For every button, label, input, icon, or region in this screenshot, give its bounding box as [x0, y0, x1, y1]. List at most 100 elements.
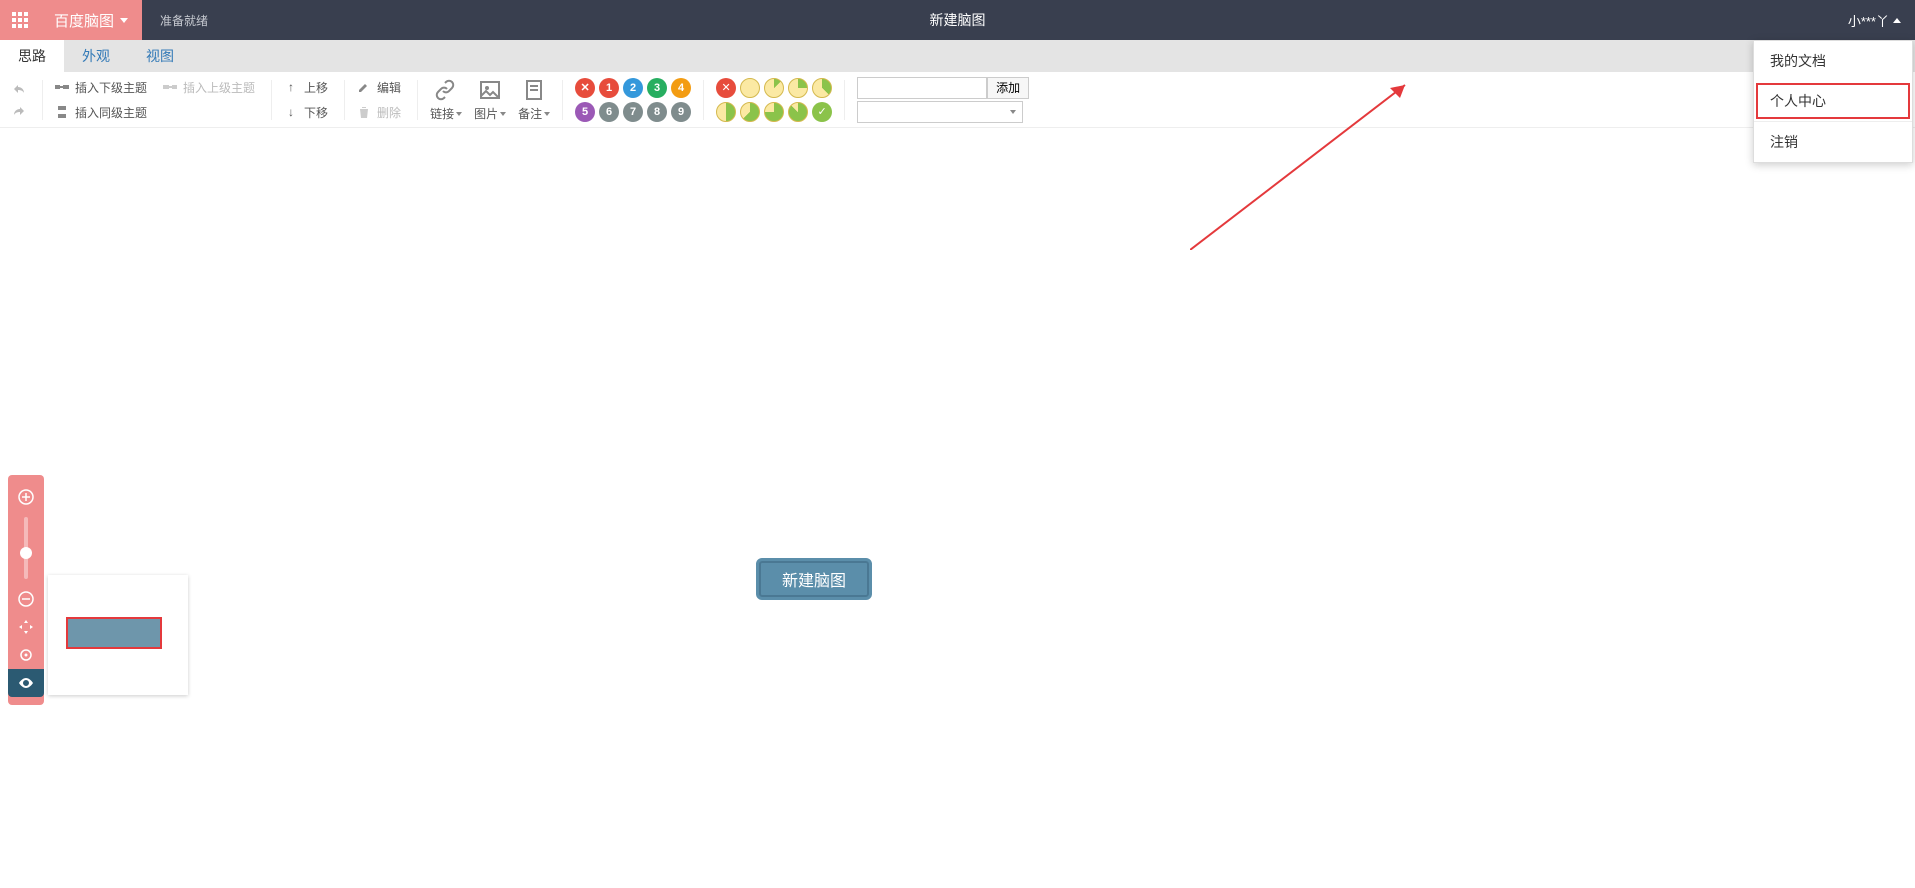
- delete-button[interactable]: 删除: [351, 102, 407, 123]
- canvas[interactable]: 新建脑图: [0, 128, 1915, 888]
- move-down-label: 下移: [304, 104, 328, 121]
- tab-idea[interactable]: 思路: [0, 40, 64, 72]
- eye-icon: [17, 674, 35, 692]
- priority-4[interactable]: 4: [671, 78, 691, 98]
- priority-5[interactable]: 5: [575, 102, 595, 122]
- link-button[interactable]: 链接: [430, 77, 462, 122]
- note-icon: [521, 77, 547, 103]
- undo-button[interactable]: [6, 80, 32, 98]
- progress-done[interactable]: ✓: [812, 102, 832, 122]
- minimap-viewport[interactable]: [66, 617, 162, 649]
- menu-profile[interactable]: 个人中心: [1754, 81, 1912, 121]
- toolbar: 插入下级主题 插入上级主题 插入同级主题 ↑ 上移 ↓下移 编辑 删除 链接 图片…: [0, 72, 1915, 128]
- progress-5[interactable]: [740, 102, 760, 122]
- priority-2[interactable]: 2: [623, 78, 643, 98]
- note-button[interactable]: 备注: [518, 77, 550, 122]
- minimap[interactable]: [48, 575, 188, 695]
- image-button[interactable]: 图片: [474, 77, 506, 122]
- progress-2[interactable]: [788, 78, 808, 98]
- insert-sibling-button[interactable]: 插入同级主题: [49, 102, 261, 123]
- locate-button[interactable]: [16, 645, 36, 665]
- move-up-label: 上移: [304, 79, 328, 96]
- progress-0[interactable]: [740, 78, 760, 98]
- insert-parent-icon: [163, 80, 177, 94]
- insert-sibling-label: 插入同级主题: [75, 104, 147, 121]
- tab-label: 思路: [18, 46, 46, 66]
- priority-8[interactable]: 8: [647, 102, 667, 122]
- progress-6[interactable]: [764, 102, 784, 122]
- insert-parent-label: 插入上级主题: [183, 79, 255, 96]
- user-label: 小***丫: [1848, 11, 1889, 30]
- progress-group: ✕ ✓: [716, 78, 832, 122]
- divider: [844, 80, 845, 120]
- divider: [417, 80, 418, 120]
- delete-label: 删除: [377, 104, 401, 121]
- tab-row: 思路 外观 视图: [0, 40, 1915, 72]
- insert-child-button[interactable]: 插入下级主题: [49, 77, 153, 98]
- status-text: 准备就绪: [160, 12, 208, 29]
- minimap-toggle[interactable]: [8, 669, 44, 697]
- menu-logout[interactable]: 注销: [1754, 122, 1912, 162]
- document-title[interactable]: 新建脑图: [930, 10, 986, 30]
- move-down-button[interactable]: ↓下移: [278, 102, 334, 123]
- caret-down-icon: [500, 112, 506, 116]
- root-node[interactable]: 新建脑图: [756, 558, 872, 600]
- priority-9[interactable]: 9: [671, 102, 691, 122]
- undo-icon: [12, 82, 26, 96]
- zoom-in-button[interactable]: [16, 487, 36, 507]
- image-label: 图片: [474, 105, 498, 122]
- link-label: 链接: [430, 105, 454, 122]
- brand-label: 百度脑图: [54, 10, 114, 31]
- redo-icon: [12, 104, 26, 118]
- app-grid-button[interactable]: [0, 0, 40, 40]
- caret-down-icon: [120, 18, 128, 23]
- progress-4[interactable]: [716, 102, 736, 122]
- priority-remove[interactable]: ✕: [575, 78, 595, 98]
- resource-input[interactable]: [857, 77, 987, 99]
- insert-child-label: 插入下级主题: [75, 79, 147, 96]
- menu-my-docs[interactable]: 我的文档: [1754, 41, 1912, 81]
- divider: [344, 80, 345, 120]
- resource-add-button[interactable]: 添加: [987, 77, 1029, 99]
- edit-label: 编辑: [377, 79, 401, 96]
- progress-1[interactable]: [764, 78, 784, 98]
- user-dropdown: 我的文档 个人中心 注销: [1753, 40, 1913, 163]
- edit-button[interactable]: 编辑: [351, 77, 407, 98]
- priority-7[interactable]: 7: [623, 102, 643, 122]
- insert-parent-button[interactable]: 插入上级主题: [157, 77, 261, 98]
- pan-button[interactable]: [16, 617, 36, 637]
- arrow-up-icon: ↑: [284, 80, 298, 94]
- priority-group: ✕ 1 2 3 4 5 6 7 8 9: [575, 78, 691, 122]
- link-icon: [433, 77, 459, 103]
- divider: [703, 80, 704, 120]
- user-menu-trigger[interactable]: 小***丫: [1834, 0, 1915, 40]
- priority-1[interactable]: 1: [599, 78, 619, 98]
- tab-label: 视图: [146, 46, 174, 66]
- priority-6[interactable]: 6: [599, 102, 619, 122]
- tab-view[interactable]: 视图: [128, 40, 192, 72]
- zoom-out-button[interactable]: [16, 589, 36, 609]
- divider: [42, 80, 43, 120]
- zoom-slider[interactable]: [24, 517, 28, 579]
- note-label: 备注: [518, 105, 542, 122]
- resource-select[interactable]: [857, 101, 1023, 123]
- progress-remove[interactable]: ✕: [716, 78, 736, 98]
- insert-child-icon: [55, 80, 69, 94]
- zoom-panel: [8, 475, 44, 705]
- image-icon: [477, 77, 503, 103]
- move-up-button[interactable]: ↑ 上移: [278, 77, 334, 98]
- trash-icon: [357, 105, 371, 119]
- tab-label: 外观: [82, 46, 110, 66]
- caret-down-icon: [544, 112, 550, 116]
- priority-3[interactable]: 3: [647, 78, 667, 98]
- tab-appearance[interactable]: 外观: [64, 40, 128, 72]
- divider: [562, 80, 563, 120]
- caret-up-icon: [1893, 18, 1901, 23]
- zoom-thumb[interactable]: [20, 547, 32, 559]
- insert-sibling-icon: [55, 105, 69, 119]
- redo-button[interactable]: [6, 102, 32, 120]
- brand-dropdown[interactable]: 百度脑图: [40, 0, 142, 40]
- header-bar: 百度脑图 准备就绪 新建脑图 小***丫: [0, 0, 1915, 40]
- progress-7[interactable]: [788, 102, 808, 122]
- progress-3[interactable]: [812, 78, 832, 98]
